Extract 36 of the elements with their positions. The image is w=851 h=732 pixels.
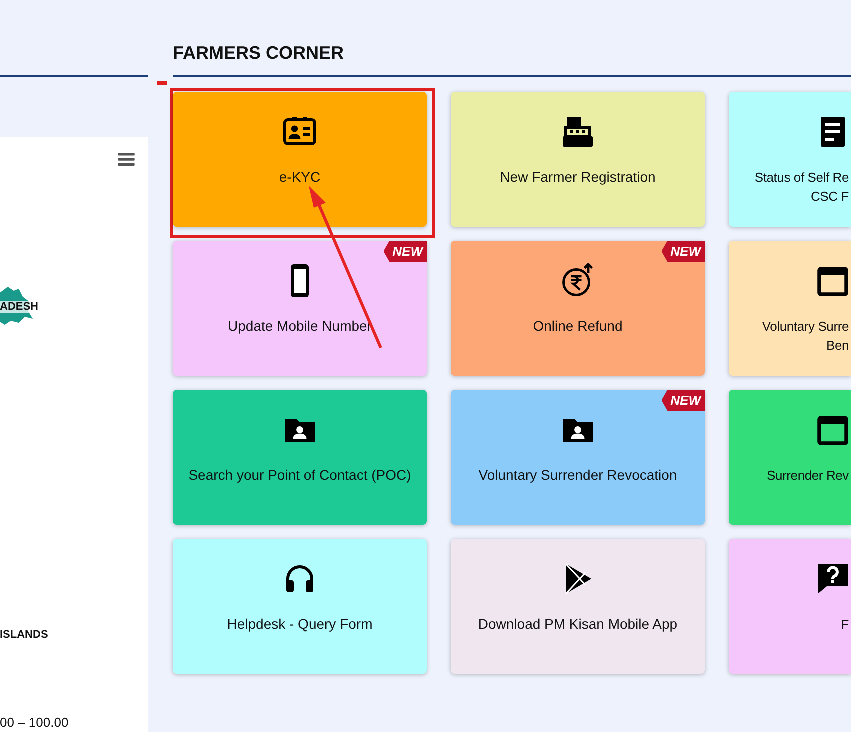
card-label: F bbox=[841, 616, 850, 634]
service-card[interactable]: NEW Update Mobile Number bbox=[173, 241, 427, 376]
service-card[interactable]: Surrender Rev bbox=[729, 390, 851, 525]
service-card[interactable]: NEW Voluntary Surrender Revocation bbox=[451, 390, 705, 525]
card-label: Update Mobile Number bbox=[228, 317, 372, 336]
service-card[interactable]: New Farmer Registration bbox=[451, 92, 705, 227]
service-card[interactable]: F bbox=[729, 539, 851, 674]
service-card[interactable]: Status of Self Re CSC F bbox=[729, 92, 851, 227]
card-label: Search your Point of Contact (POC) bbox=[188, 466, 412, 485]
service-card[interactable]: NEW Online Refund bbox=[451, 241, 705, 376]
card-label: Online Refund bbox=[533, 317, 623, 336]
rupee-refund-icon bbox=[560, 263, 596, 299]
cash-register-icon bbox=[560, 114, 596, 150]
annotation-mark bbox=[157, 81, 167, 85]
section-title: FARMERS CORNER bbox=[173, 43, 344, 64]
help-chat-icon bbox=[815, 561, 851, 597]
service-card[interactable]: Voluntary Surre Ben bbox=[729, 241, 851, 376]
card-label: New Farmer Registration bbox=[500, 168, 656, 187]
card-label: e-KYC bbox=[279, 168, 321, 187]
card-label: Status of Self Re CSC F bbox=[754, 169, 850, 206]
card-label: Voluntary Surre Ben bbox=[762, 318, 850, 355]
card-label: Voluntary Surrender Revocation bbox=[478, 466, 678, 485]
new-badge: NEW bbox=[662, 390, 705, 411]
service-card[interactable]: Download PM Kisan Mobile App bbox=[451, 539, 705, 674]
new-badge: NEW bbox=[662, 241, 705, 262]
menu-icon[interactable] bbox=[118, 153, 135, 166]
card-label: Download PM Kisan Mobile App bbox=[478, 615, 678, 634]
service-card[interactable]: Helpdesk - Query Form bbox=[173, 539, 427, 674]
range-text: 00 – 100.00 bbox=[0, 715, 70, 730]
logo-text: ADESH bbox=[0, 301, 39, 313]
service-card[interactable]: Search your Point of Contact (POC) bbox=[173, 390, 427, 525]
card-label: Surrender Rev bbox=[767, 467, 850, 485]
new-badge: NEW bbox=[384, 241, 427, 262]
state-label: ISLANDS bbox=[0, 629, 50, 641]
card-label: Helpdesk - Query Form bbox=[227, 615, 373, 634]
service-card[interactable]: e-KYC bbox=[173, 92, 427, 227]
